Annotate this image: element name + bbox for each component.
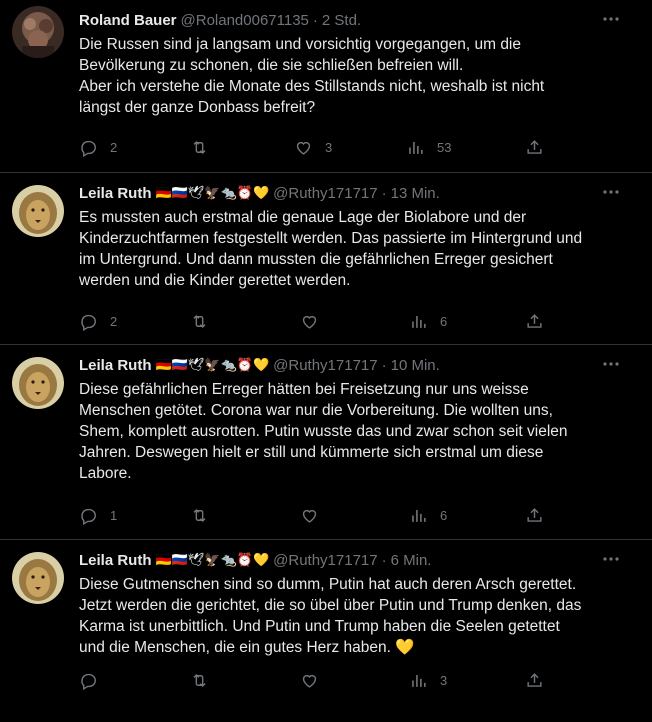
reply-count: 2 xyxy=(110,313,118,329)
views-icon xyxy=(412,315,426,328)
avatar[interactable] xyxy=(12,357,64,409)
like-button[interactable] xyxy=(300,671,331,690)
timestamp[interactable]: 13 Min. xyxy=(391,185,440,202)
display-name[interactable]: Roland Bauer xyxy=(79,12,177,29)
share-button[interactable] xyxy=(525,506,544,525)
share-button[interactable] xyxy=(525,312,544,331)
like-count: 3 xyxy=(325,139,333,155)
tweet-header: Leila Ruth 🇩🇪🇷🇺🕊🦅🐀⏰💛 @Ruthy171717 · 13 M… xyxy=(79,183,640,203)
tweet-header: Leila Ruth 🇩🇪🇷🇺🕊🦅🐀⏰💛 @Ruthy171717 · 10 M… xyxy=(79,355,640,375)
views-count: 53 xyxy=(437,139,452,155)
name-emojis: 🇩🇪🇷🇺🕊🦅🐀⏰💛 xyxy=(155,357,270,372)
views-button[interactable]: 3 xyxy=(409,671,447,690)
retweet-icon xyxy=(193,140,206,154)
retweet-icon xyxy=(193,508,206,522)
like-icon xyxy=(302,509,317,523)
more-icon[interactable] xyxy=(602,183,620,201)
tweet-text: Diese gefährlichen Erreger hätten bei Fr… xyxy=(79,381,568,482)
share-icon xyxy=(527,507,542,522)
user-handle[interactable]: @Ruthy171717 xyxy=(273,552,377,569)
like-button[interactable] xyxy=(300,506,331,525)
reply-icon xyxy=(81,673,96,690)
tweet[interactable]: Roland Bauer @Roland00671135 · 2 Std. Di… xyxy=(0,0,652,173)
user-handle[interactable]: @Roland00671135 xyxy=(181,12,309,29)
views-icon xyxy=(409,141,423,154)
separator: · xyxy=(312,11,318,29)
name-emojis: 🇩🇪🇷🇺🕊🦅🐀⏰💛 xyxy=(155,552,270,567)
reply-icon xyxy=(81,140,96,157)
retweet-icon xyxy=(193,314,206,328)
tweet-text: Es mussten auch erstmal die genaue Lage … xyxy=(79,209,583,289)
separator: · xyxy=(381,184,387,202)
tweet-header: Roland Bauer @Roland00671135 · 2 Std. xyxy=(79,10,640,30)
share-button[interactable] xyxy=(525,138,544,157)
retweet-button[interactable] xyxy=(190,506,221,525)
reply-count: 2 xyxy=(110,139,118,155)
timestamp[interactable]: 2 Std. xyxy=(322,12,361,29)
action-bar: 2 6 xyxy=(0,311,640,331)
tweet[interactable]: Leila Ruth 🇩🇪🇷🇺🕊🦅🐀⏰💛 @Ruthy171717 · 6 Mi… xyxy=(0,540,652,722)
more-icon[interactable] xyxy=(602,355,620,373)
action-bar: 3 xyxy=(0,670,640,690)
views-icon xyxy=(412,509,426,522)
display-name[interactable]: Leila Ruth xyxy=(79,185,152,202)
timestamp[interactable]: 6 Min. xyxy=(391,552,432,569)
avatar[interactable] xyxy=(12,552,64,604)
action-bar: 2 3 53 xyxy=(0,137,640,157)
like-button[interactable] xyxy=(300,312,331,331)
reply-icon xyxy=(81,314,96,331)
more-icon[interactable] xyxy=(602,550,620,568)
views-count: 6 xyxy=(440,507,448,523)
user-handle[interactable]: @Ruthy171717 xyxy=(273,185,377,202)
share-icon xyxy=(527,139,542,154)
tweet[interactable]: Leila Ruth 🇩🇪🇷🇺🕊🦅🐀⏰💛 @Ruthy171717 · 13 M… xyxy=(0,173,652,345)
action-bar: 1 6 xyxy=(0,505,640,525)
name-emojis: 🇩🇪🇷🇺🕊🦅🐀⏰💛 xyxy=(155,185,270,200)
views-button[interactable]: 53 xyxy=(406,138,451,157)
like-icon xyxy=(302,674,317,688)
more-icon[interactable] xyxy=(602,10,620,28)
like-icon xyxy=(302,315,317,329)
separator: · xyxy=(381,356,387,374)
views-icon xyxy=(412,674,426,687)
like-icon xyxy=(296,141,311,155)
reply-icon xyxy=(81,508,96,525)
share-icon xyxy=(527,313,542,328)
display-name[interactable]: Leila Ruth xyxy=(79,357,152,374)
retweet-icon xyxy=(193,673,206,687)
user-handle[interactable]: @Ruthy171717 xyxy=(273,357,377,374)
tweet-text: Diese Gutmenschen sind so dumm, Putin ha… xyxy=(79,576,582,656)
retweet-button[interactable] xyxy=(190,671,221,690)
like-button[interactable]: 3 xyxy=(294,138,332,157)
share-button[interactable] xyxy=(525,671,544,690)
tweet-text: Die Russen sind ja langsam und vorsichti… xyxy=(79,36,545,116)
share-icon xyxy=(527,672,542,687)
reply-button[interactable]: 2 xyxy=(79,312,117,331)
reply-button[interactable]: 1 xyxy=(79,506,117,525)
retweet-button[interactable] xyxy=(190,312,221,331)
tweet-header: Leila Ruth 🇩🇪🇷🇺🕊🦅🐀⏰💛 @Ruthy171717 · 6 Mi… xyxy=(79,550,640,570)
tweet[interactable]: Leila Ruth 🇩🇪🇷🇺🕊🦅🐀⏰💛 @Ruthy171717 · 10 M… xyxy=(0,345,652,540)
separator: · xyxy=(381,551,387,569)
avatar[interactable] xyxy=(12,6,64,58)
views-count: 3 xyxy=(440,672,448,688)
views-button[interactable]: 6 xyxy=(409,506,447,525)
reply-count: 1 xyxy=(110,507,118,523)
display-name[interactable]: Leila Ruth xyxy=(79,552,152,569)
timestamp[interactable]: 10 Min. xyxy=(391,357,440,374)
views-count: 6 xyxy=(440,313,448,329)
reply-button[interactable]: 2 xyxy=(79,138,117,157)
reply-button[interactable] xyxy=(79,671,110,690)
views-button[interactable]: 6 xyxy=(409,312,447,331)
avatar[interactable] xyxy=(12,185,64,237)
retweet-button[interactable] xyxy=(190,138,221,157)
